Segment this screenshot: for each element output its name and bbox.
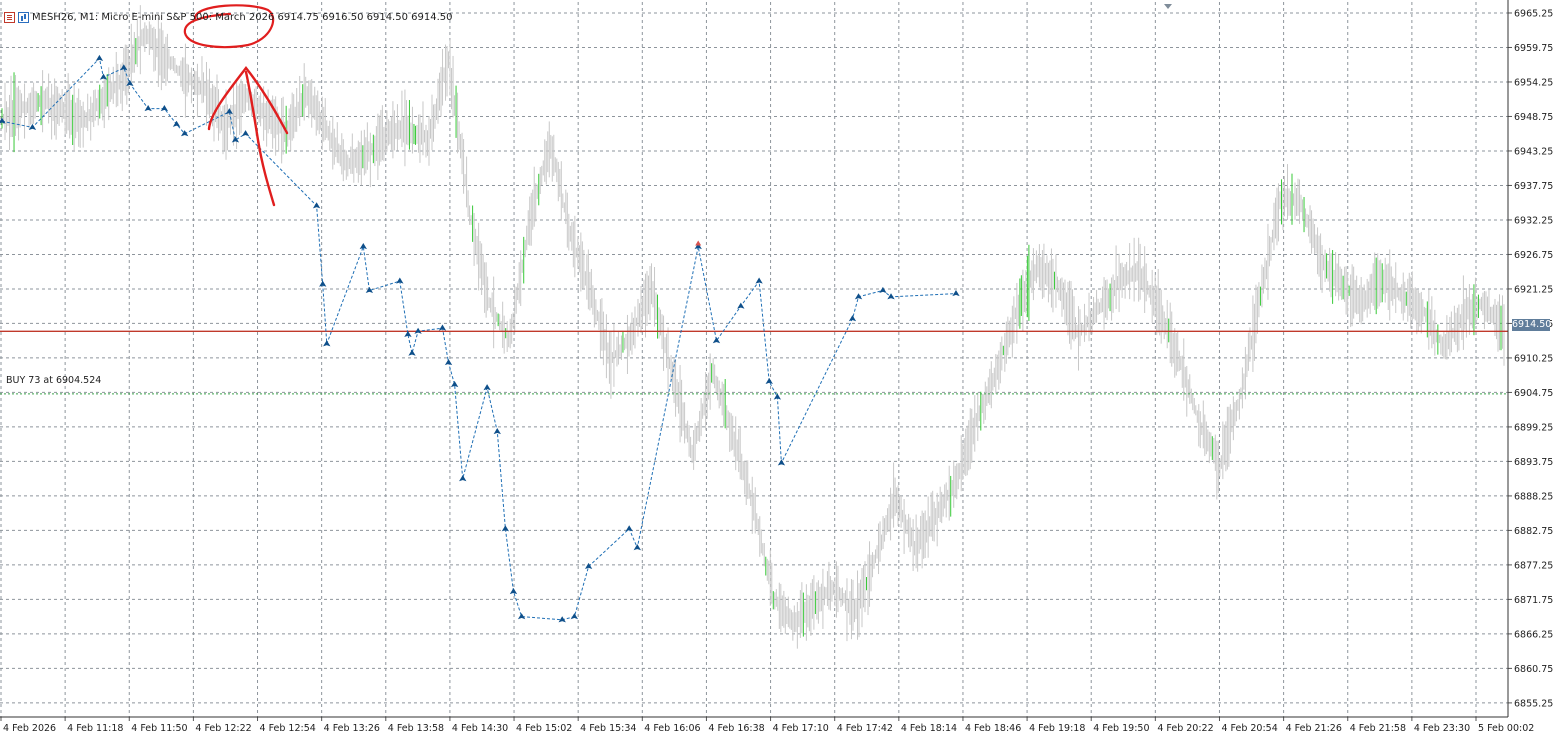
trade-marker[interactable] <box>625 525 633 532</box>
y-tick-label: 6937.75 <box>1514 181 1553 192</box>
order-level-label[interactable]: BUY 73 at 6904.524 <box>6 375 101 386</box>
trade-marker[interactable] <box>241 130 250 137</box>
trade-marker[interactable] <box>765 377 773 384</box>
y-tick-label: 6959.75 <box>1514 43 1553 54</box>
chart-header: MESH26, M1: Micro E-mini S&P 500: March … <box>4 9 453 25</box>
x-tick-label: 4 Feb 21:58 <box>1350 723 1406 734</box>
trade-marker[interactable] <box>408 349 416 356</box>
trade-marker[interactable] <box>879 286 887 294</box>
trade-marker[interactable] <box>773 393 782 400</box>
x-tick-label: 4 Feb 21:26 <box>1286 723 1342 734</box>
current-price-tag: 6914.50 <box>1512 319 1552 331</box>
chart-window-icon[interactable] <box>4 11 15 23</box>
trade-marker[interactable] <box>312 202 321 209</box>
x-tick-label: 4 Feb 20:54 <box>1221 723 1277 734</box>
y-tick-label: 6921.25 <box>1514 284 1553 295</box>
trade-marker[interactable] <box>848 315 857 322</box>
candles <box>1 5 1505 649</box>
x-tick-label: 4 Feb 18:46 <box>965 723 1021 734</box>
chart-shift-icon[interactable] <box>1164 4 1172 9</box>
trade-marker[interactable] <box>517 613 526 620</box>
y-tick-label: 6877.25 <box>1514 560 1553 571</box>
y-tick-label: 6866.25 <box>1514 629 1553 640</box>
trade-marker[interactable] <box>144 105 152 112</box>
y-tick-label: 6926.75 <box>1514 250 1553 261</box>
axes: 6965.25 6959.75 6954.25 6948.75 6943.25 6937.… <box>0 0 1553 734</box>
trade-marker[interactable] <box>459 475 467 482</box>
y-tick-label: 6855.25 <box>1514 698 1553 709</box>
trade-marker[interactable] <box>509 587 518 595</box>
x-tick-label: 4 Feb 11:18 <box>67 723 123 734</box>
x-tick-label: 4 Feb 13:58 <box>388 723 444 734</box>
x-tick-label: 4 Feb 20:22 <box>1157 723 1213 734</box>
trade-marker[interactable] <box>172 120 181 127</box>
x-tick-label: 4 Feb 16:38 <box>708 723 764 734</box>
trade-marker[interactable] <box>755 277 763 284</box>
annotation-drawing <box>183 4 289 207</box>
y-tick-label: 6932.25 <box>1514 215 1553 226</box>
y-tick-label: 6899.25 <box>1514 422 1553 433</box>
y-tick-label: 6948.75 <box>1514 112 1553 123</box>
x-tick-label: 4 Feb 12:54 <box>260 723 316 734</box>
trade-marker[interactable] <box>737 302 745 309</box>
x-tick-label: 4 Feb 15:02 <box>516 723 572 734</box>
y-tick-label: 6910.25 <box>1514 353 1553 364</box>
chart-window[interactable]: 6965.25 6959.75 6954.25 6948.75 6943.25 6937.… <box>0 0 1556 739</box>
bar-chart-icon[interactable] <box>18 11 29 23</box>
y-tick-label: 6888.25 <box>1514 491 1553 502</box>
trade-marker[interactable] <box>120 64 128 71</box>
trade-marker[interactable] <box>396 277 404 284</box>
x-tick-label: 4 Feb 13:26 <box>324 723 380 734</box>
trade-marker[interactable] <box>501 525 510 532</box>
trade-marker[interactable] <box>444 359 453 366</box>
y-tick-label: 6965.25 <box>1514 8 1553 19</box>
trade-marker[interactable] <box>633 544 641 551</box>
x-tick-label: 4 Feb 12:22 <box>195 723 251 734</box>
y-tick-label: 6893.75 <box>1514 457 1553 468</box>
sell-marker[interactable] <box>695 240 702 246</box>
x-tick-label: 4 Feb 14:30 <box>452 723 508 734</box>
trade-marker[interactable] <box>319 280 327 287</box>
x-tick-label: 5 Feb 00:02 <box>1478 723 1534 734</box>
trade-marker[interactable] <box>438 324 447 331</box>
symbol-ohlc-text: MESH26, M1: Micro E-mini S&P 500: March … <box>32 11 453 23</box>
zigzag-indicator <box>0 54 960 623</box>
trade-marker[interactable] <box>404 330 412 337</box>
y-tick-label: 6954.25 <box>1514 77 1553 88</box>
trade-marker[interactable] <box>584 562 593 570</box>
trade-marker[interactable] <box>95 54 104 61</box>
y-tick-label: 6860.75 <box>1514 664 1553 675</box>
zigzag-line <box>1 57 957 621</box>
y-tick-label: 6904.75 <box>1514 388 1553 399</box>
x-tick-label: 4 Feb 11:50 <box>131 723 187 734</box>
trade-marker[interactable] <box>493 428 501 435</box>
y-tick-label: 6871.75 <box>1514 595 1553 606</box>
trade-marker[interactable] <box>777 459 786 466</box>
y-tick-label: 6882.75 <box>1514 526 1553 537</box>
x-tick-label: 4 Feb 16:06 <box>644 723 700 734</box>
y-tick-label: 6943.25 <box>1514 146 1553 157</box>
trade-marker[interactable] <box>483 384 491 391</box>
trade-marker[interactable] <box>450 381 459 388</box>
x-tick-label: 4 Feb 2026 <box>3 723 56 734</box>
x-tick-label: 4 Feb 18:14 <box>901 723 957 734</box>
x-tick-label: 4 Feb 17:10 <box>773 723 829 734</box>
x-tick-label: 4 Feb 19:50 <box>1093 723 1149 734</box>
trade-marker[interactable] <box>359 243 367 250</box>
trade-marker[interactable] <box>323 340 331 347</box>
price-chart[interactable]: 6965.25 6959.75 6954.25 6948.75 6943.25 6937.… <box>0 0 1556 739</box>
x-tick-label: 4 Feb 17:42 <box>837 723 893 734</box>
x-tick-label: 4 Feb 19:18 <box>1029 723 1085 734</box>
x-tick-label: 4 Feb 15:34 <box>580 723 636 734</box>
trade-marker[interactable] <box>952 290 960 297</box>
x-tick-label: 4 Feb 23:30 <box>1414 723 1470 734</box>
trade-marker[interactable] <box>28 123 37 130</box>
trade-marker[interactable] <box>570 613 579 620</box>
price-levels <box>0 330 1508 395</box>
trade-marker[interactable] <box>126 79 134 87</box>
trade-marker[interactable] <box>99 73 108 80</box>
